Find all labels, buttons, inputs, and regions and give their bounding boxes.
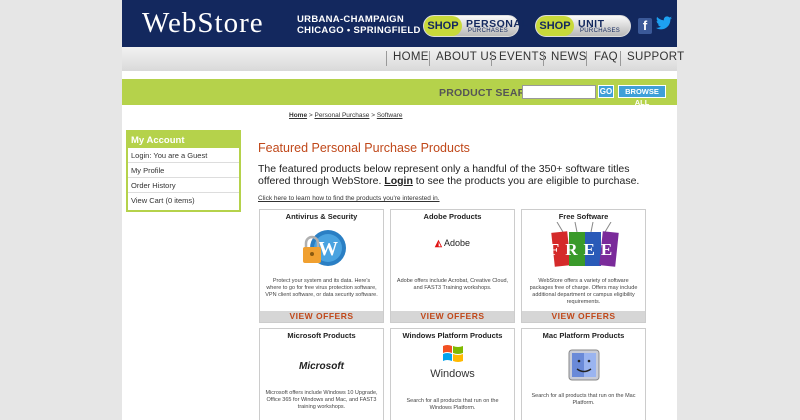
card-title: Microsoft Products (287, 331, 356, 340)
card-title: Adobe Products (423, 212, 482, 221)
help-link[interactable]: Click here to learn how to find the prod… (258, 195, 440, 202)
card-description: Adobe offers include Acrobat, Creative C… (396, 278, 509, 291)
main-nav: HOME ABOUT US EVENTS NEWS FAQ SUPPORT (122, 47, 684, 71)
shop-unit-button[interactable]: SHOP UNIT PURCHASES (535, 15, 631, 37)
nav-divider (429, 51, 430, 66)
nav-divider (586, 51, 587, 66)
nav-divider (543, 51, 544, 66)
microsoft-logo: Microsoft (299, 361, 344, 372)
my-account-panel: My Account Login: You are a Guest My Pro… (126, 130, 241, 212)
mac-finder-icon (522, 349, 645, 386)
page: WebStore URBANA-CHAMPAIGN CHICAGO • SPRI… (122, 0, 684, 420)
card-description: Microsoft offers include Windows 10 Upgr… (265, 390, 378, 410)
adobe-a-icon: ◭ (435, 238, 442, 248)
shop-label: SHOP (536, 16, 574, 36)
shop-personal-sub: PURCHASES (468, 28, 509, 34)
search-bar: PRODUCT SEARCH: GO BROWSE ALL (122, 79, 677, 107)
campus-list: URBANA-CHAMPAIGN CHICAGO • SPRINGFIELD (297, 14, 421, 36)
product-search-input[interactable] (522, 85, 596, 99)
nav-divider (491, 51, 492, 66)
nav-about-us[interactable]: ABOUT US (436, 51, 497, 63)
twitter-icon[interactable] (656, 16, 672, 34)
card-free-software[interactable]: Free Software FREE WebStore offers a var… (521, 209, 646, 323)
browse-all-button[interactable]: BROWSE ALL (618, 85, 666, 107)
card-mac-platform[interactable]: Mac Platform Products Search for all pro… (521, 328, 646, 420)
my-account-title: My Account (128, 132, 239, 148)
card-microsoft-products[interactable]: Microsoft Products Microsoft Microsoft o… (259, 328, 384, 420)
shop-label: SHOP (424, 16, 462, 36)
login-link[interactable]: Login (384, 175, 413, 187)
view-offers-button[interactable]: VIEW OFFERS (522, 311, 645, 322)
card-title: Antivirus & Security (285, 212, 358, 221)
nav-divider (386, 51, 387, 66)
campus-line-1: URBANA-CHAMPAIGN (297, 14, 405, 25)
free-logo-text: FREE (548, 240, 619, 259)
webstore-logo[interactable]: WebStore (142, 7, 264, 40)
view-offers-button[interactable]: VIEW OFFERS (391, 311, 514, 322)
intro-text-post: to see the products you are eligible to … (412, 175, 640, 187)
card-title: Windows Platform Products (402, 331, 503, 340)
card-adobe-products[interactable]: Adobe Products ◭ Adobe Adobe offers incl… (390, 209, 515, 323)
view-offers-button[interactable]: VIEW OFFERS (260, 311, 383, 322)
adobe-logo-text: Adobe (443, 238, 470, 248)
nav-faq[interactable]: FAQ (594, 51, 618, 63)
adobe-logo: ◭ Adobe (391, 238, 514, 249)
card-description: Protect your system and its data. Here's… (265, 278, 378, 298)
free-tags-icon: FREE (522, 221, 645, 277)
card-description: Search for all products that run on the … (531, 393, 636, 406)
card-antivirus-security[interactable]: Antivirus & Security W Protect your syst… (259, 209, 384, 323)
card-title: Mac Platform Products (542, 331, 625, 340)
card-windows-platform[interactable]: Windows Platform Products Windows Search… (390, 328, 515, 420)
go-button[interactable]: GO (598, 85, 614, 98)
account-my-profile[interactable]: My Profile (128, 163, 239, 178)
account-order-history[interactable]: Order History (128, 178, 239, 193)
card-description: WebStore offers a variety of software pa… (529, 278, 638, 305)
card-description: Search for all products that run on the … (406, 398, 499, 411)
facebook-icon[interactable]: f (638, 18, 652, 34)
breadcrumb-personal-purchase[interactable]: Personal Purchase (314, 112, 369, 119)
windows-logo: Windows (391, 343, 514, 380)
nav-divider (620, 51, 621, 66)
breadcrumb-software[interactable]: Software (377, 112, 403, 119)
intro-text: The featured products below represent on… (258, 163, 663, 187)
account-login-status[interactable]: Login: You are a Guest (128, 148, 239, 163)
breadcrumb-separator: > (369, 112, 377, 119)
nav-home[interactable]: HOME (393, 51, 429, 63)
campus-line-2: CHICAGO • SPRINGFIELD (297, 25, 421, 36)
nav-news[interactable]: NEWS (551, 51, 587, 63)
lock-icon: W (260, 224, 383, 277)
page-title: Featured Personal Purchase Products (258, 141, 470, 155)
windows-logo-text: Windows (430, 368, 475, 380)
shop-personal-button[interactable]: SHOP PERSONAL PURCHASES (423, 15, 528, 37)
account-view-cart[interactable]: View Cart (0 items) (128, 193, 239, 208)
nav-events[interactable]: EVENTS (499, 51, 547, 63)
breadcrumb: Home > Personal Purchase > Software (289, 112, 402, 119)
card-title: Free Software (558, 212, 609, 221)
site-header: WebStore URBANA-CHAMPAIGN CHICAGO • SPRI… (122, 0, 677, 47)
breadcrumb-home[interactable]: Home (289, 112, 307, 119)
shop-unit-sub: PURCHASES (580, 28, 621, 34)
nav-support[interactable]: SUPPORT (627, 51, 684, 63)
